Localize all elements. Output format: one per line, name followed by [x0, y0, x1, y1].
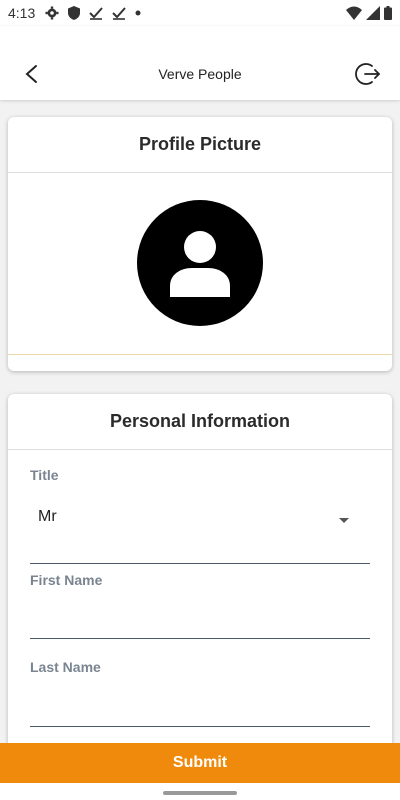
gear-icon [45, 6, 59, 20]
personal-information-title: Personal Information [8, 394, 392, 450]
app-title: Verve People [158, 66, 242, 82]
status-time: 4:13 [8, 5, 36, 21]
status-left-icons [45, 6, 141, 20]
system-nav-bar [0, 783, 400, 800]
last-name-label: Last Name [30, 659, 101, 675]
title-select-value: Mr [38, 508, 57, 525]
wifi-icon [346, 6, 362, 20]
personal-information-card: Personal Information Title Mr First Name… [8, 394, 392, 754]
app-bar: Verve People [0, 26, 400, 100]
battery-icon [384, 6, 392, 20]
profile-picture-title: Profile Picture [8, 117, 392, 173]
submit-button[interactable]: Submit [0, 743, 400, 783]
status-right-icons [346, 6, 392, 20]
logout-icon[interactable] [354, 60, 382, 88]
profile-picture-card: Profile Picture [8, 117, 392, 371]
user-avatar-icon[interactable] [137, 200, 263, 326]
last-name-underline [30, 726, 370, 727]
last-name-field[interactable] [30, 690, 370, 724]
title-label: Title [30, 467, 59, 483]
profile-divider [8, 354, 392, 355]
shield-icon [68, 6, 81, 20]
status-bar: 4:13 [0, 0, 400, 26]
signal-icon [366, 6, 380, 20]
first-name-label: First Name [30, 572, 103, 588]
first-name-field[interactable] [30, 602, 370, 636]
home-indicator[interactable] [163, 791, 237, 795]
check-icon [89, 6, 103, 20]
check-icon [112, 6, 126, 20]
title-select[interactable] [30, 498, 370, 532]
dropdown-arrow-icon[interactable] [338, 512, 350, 523]
title-underline [30, 563, 370, 564]
first-name-underline [30, 638, 370, 639]
dot-icon [135, 10, 141, 16]
